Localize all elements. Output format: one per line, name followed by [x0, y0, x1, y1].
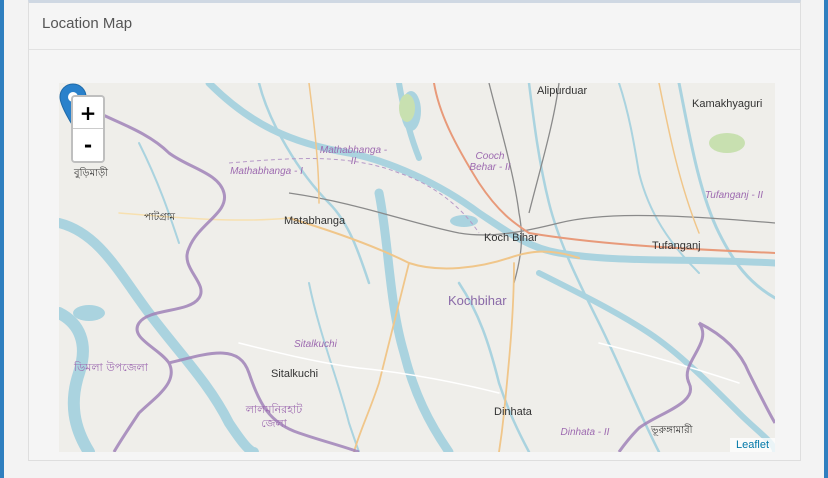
zoom-out-button[interactable]: - — [73, 129, 103, 161]
map-container[interactable]: Alipurduar Kamakhyaguri Cooch Behar - II… — [59, 83, 775, 452]
stream-3 — [457, 281, 531, 452]
left-edge-bar — [0, 0, 4, 478]
label-patgram: পাটগ্রাম — [144, 212, 176, 223]
label-sitalkuchi: Sitalkuchi — [271, 368, 319, 380]
right-edge-bar — [824, 0, 828, 478]
label-dinhata: Dinhata — [494, 406, 532, 418]
river-jaldhaka — [374, 188, 454, 452]
water-body-2 — [73, 305, 105, 321]
label-koch-bihar: Koch Bihar — [484, 232, 538, 244]
stream-1 — [257, 83, 371, 285]
river-dharla — [59, 218, 259, 452]
label-dimla: ডিমলা উপজেলা — [74, 361, 148, 374]
zoom-control: + - — [71, 95, 105, 163]
label-tufanganj-ii: Tufanganj - II — [704, 190, 764, 201]
label-mathabhanga-ii: Mathabhanga - II — [319, 145, 388, 167]
label-mathabhanga-i: Mathabhanga - I — [230, 166, 303, 177]
label-dinhata-ii: Dinhata - II — [560, 427, 610, 438]
label-matabhanga: Matabhanga — [284, 215, 346, 227]
leaflet-attribution-link[interactable]: Leaflet — [729, 438, 775, 452]
label-lalmonirhat: লালমনিরহাট জেলা — [245, 403, 303, 430]
forest-patch-2 — [709, 133, 745, 153]
label-cooch-behar-ii: Cooch Behar - II — [469, 151, 511, 173]
panel-header: Location Map — [29, 3, 800, 50]
water-body-3 — [450, 215, 478, 227]
label-sitalkuchi-admin: Sitalkuchi — [294, 339, 337, 350]
label-tufanganj: Tufanganj — [652, 240, 701, 252]
label-burimari: বুড়িমাড়ী — [74, 168, 109, 179]
railway-3 — [528, 83, 560, 214]
forest-patch-1 — [399, 94, 415, 122]
label-alipurduar: Alipurduar — [537, 85, 588, 97]
panel-title: Location Map — [42, 15, 133, 32]
zoom-in-button[interactable]: + — [73, 97, 103, 129]
railway-2 — [488, 83, 523, 284]
location-map-panel: Location Map Alipurduar Kamakhyaguri Coo… — [28, 0, 801, 461]
label-kochbihar: Kochbihar — [448, 293, 507, 308]
label-bhurungamari: ভূরুঙ্গামারী — [651, 425, 693, 436]
border-west — [98, 111, 226, 452]
map-tiles — [59, 83, 775, 452]
label-kamakhyaguri: Kamakhyaguri — [692, 98, 763, 110]
stream-6 — [138, 142, 180, 244]
river-teesta — [59, 307, 95, 452]
primary-road-3 — [498, 262, 515, 452]
